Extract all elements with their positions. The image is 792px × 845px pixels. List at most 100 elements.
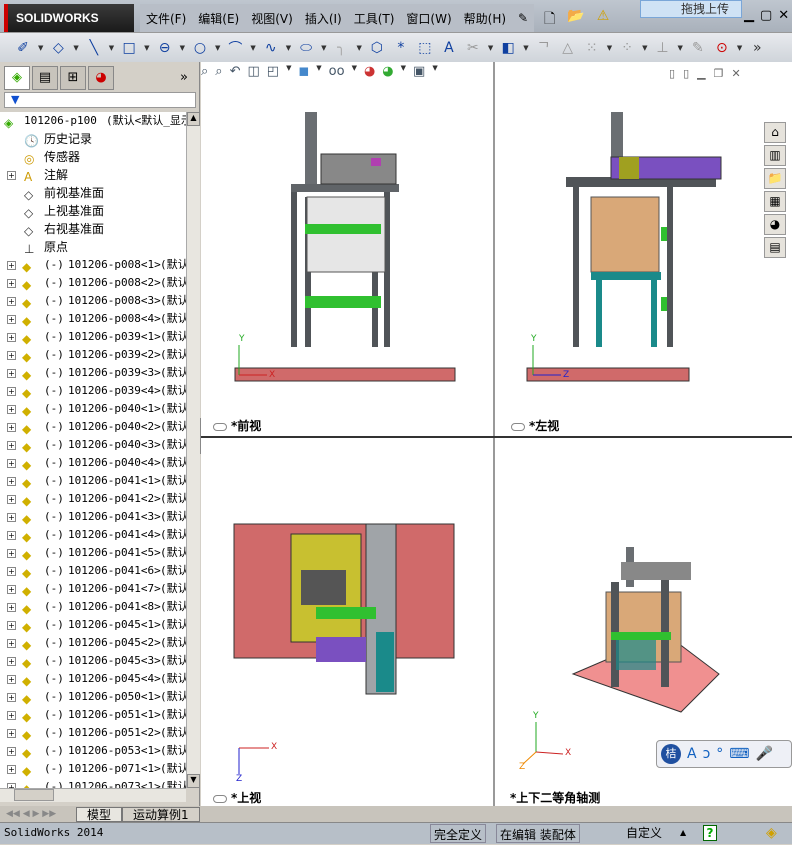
tree-component[interactable]: + ◆ (-) 101206-p045<2> (默认 [0, 634, 186, 652]
arc-icon[interactable]: ⌒ [226, 39, 244, 57]
expand-icon[interactable]: + [7, 405, 16, 414]
slot-icon[interactable]: ⊖ [156, 39, 174, 57]
expand-icon[interactable]: + [7, 279, 16, 288]
expand-icon[interactable]: + [7, 675, 16, 684]
tree-component[interactable]: + ◆ (-) 101206-p041<3> (默认 [0, 508, 186, 526]
rectangle-icon[interactable]: □ [120, 39, 138, 57]
tree-component[interactable]: + ◆ (-) 101206-p071<1> (默认 [0, 760, 186, 778]
open-folder-icon[interactable]: 📂 [567, 8, 584, 32]
tree-component[interactable]: + ◆ (-) 101206-p045<3> (默认 [0, 652, 186, 670]
link-views-icon[interactable] [213, 794, 227, 803]
property-manager-tab[interactable]: ▤ [32, 66, 58, 90]
spline-icon[interactable]: ∿ [262, 39, 280, 57]
ime-punctuation-icon[interactable]: ↄ [703, 746, 711, 762]
tree-component[interactable]: + ◆ (-) 101206-p008<4> (默认 [0, 310, 186, 328]
expand-icon[interactable]: + [7, 351, 16, 360]
graphics-area[interactable]: ⌕ ⌕ ↶ ◫ ◰▼ ◼▼ oo▼ ◕ ◕▼ ▣▼ ▯ ▯ ▁ ❐ ✕ [201, 62, 792, 806]
tab-model[interactable]: 模型 [76, 806, 123, 822]
tree-component[interactable]: + ◆ (-) 101206-p045<1> (默认 [0, 616, 186, 634]
ellipse-icon[interactable]: ⬭ [297, 39, 315, 57]
convert-icon[interactable]: ◧ [499, 39, 517, 57]
filter-field[interactable]: ▼ [4, 92, 196, 108]
menu-tools[interactable]: 工具(T) [348, 10, 401, 27]
expand-icon[interactable]: + [7, 693, 16, 702]
tree-component[interactable]: + ◆ (-) 101206-p041<2> (默认 [0, 490, 186, 508]
maximize-button[interactable]: ▢ [760, 8, 772, 23]
menu-view[interactable]: 视图(V) [245, 10, 299, 27]
expand-icon[interactable]: + [7, 585, 16, 594]
line-icon[interactable]: ╲ [85, 39, 103, 57]
tree-component[interactable]: + ◆ (-) 101206-p039<2> (默认 [0, 346, 186, 364]
tree-component[interactable]: + ◆ (-) 101206-p051<1> (默认 [0, 706, 186, 724]
tree-component[interactable]: + ◆ (-) 101206-p053<1> (默认 [0, 742, 186, 760]
trim-icon[interactable]: ✂ [464, 39, 482, 57]
close-button[interactable]: ✕ [778, 8, 789, 23]
ime-keyboard-icon[interactable]: ⌨ [729, 746, 749, 762]
expand-icon[interactable]: + [7, 621, 16, 630]
mirror-icon[interactable]: △ [559, 39, 577, 57]
tree-component[interactable]: + ◆ (-) 101206-p050<1> (默认 [0, 688, 186, 706]
expand-icon[interactable]: + [7, 315, 16, 324]
tree-horizontal-scrollbar[interactable] [0, 788, 186, 802]
new-document-icon[interactable]: 🗋 [544, 8, 555, 32]
expand-icon[interactable]: + [7, 657, 16, 666]
menu-edit[interactable]: 编辑(E) [192, 10, 245, 27]
tree-component[interactable]: + ◆ (-) 101206-p008<3> (默认 [0, 292, 186, 310]
display-manager-tab[interactable]: ◕ [88, 66, 114, 90]
offset-icon[interactable]: ᄀ [535, 39, 553, 57]
tree-component[interactable]: + ◆ (-) 101206-p039<4> (默认 [0, 382, 186, 400]
expand-icon[interactable]: + [7, 765, 16, 774]
expand-icon[interactable]: + [7, 459, 16, 468]
custom-properties-icon[interactable]: ▤ [764, 237, 786, 258]
tag-icon[interactable]: ◈ [766, 823, 777, 843]
expand-icon[interactable]: + [7, 477, 16, 486]
tree-feature[interactable]: ◇ 上视基准面 [0, 202, 186, 220]
link-views-icon[interactable] [213, 422, 227, 431]
tree-feature[interactable]: ◎ 传感器 [0, 148, 186, 166]
expand-icon[interactable]: + [7, 261, 16, 270]
tree-feature[interactable]: 🕓 历史记录 [0, 130, 186, 148]
point-icon[interactable]: * [392, 39, 410, 57]
ime-logo-icon[interactable]: 桔 [661, 744, 681, 764]
help-icon[interactable]: ? [703, 825, 717, 841]
expand-icon[interactable]: + [7, 729, 16, 738]
pattern-icon[interactable]: ⁙ [583, 39, 601, 57]
tree-vertical-scrollbar[interactable]: ▲ ▼ [186, 112, 200, 788]
status-units[interactable]: 自定义 [626, 823, 662, 843]
tree-feature[interactable]: ◇ 右视基准面 [0, 220, 186, 238]
units-arrow-icon[interactable]: ▲ [680, 823, 686, 843]
expand-icon[interactable]: + [7, 297, 16, 306]
feature-manager-tab[interactable]: ◈ [4, 66, 30, 90]
tree-component[interactable]: + ◆ (-) 101206-p041<8> (默认 [0, 598, 186, 616]
upload-button[interactable]: 拖拽上传 [640, 0, 742, 18]
tree-component[interactable]: + ◆ (-) 101206-p040<4> (默认 [0, 454, 186, 472]
design-library-icon[interactable]: ▥ [764, 145, 786, 166]
tree-component[interactable]: + ◆ (-) 101206-p040<1> (默认 [0, 400, 186, 418]
tree-component[interactable]: + ◆ (-) 101206-p041<7> (默认 [0, 580, 186, 598]
relations-icon[interactable]: ⊥ [653, 39, 671, 57]
expand-icon[interactable]: + [7, 441, 16, 450]
tree-feature[interactable]: + A 注解 [0, 166, 186, 184]
appearances-icon[interactable]: ◕ [764, 214, 786, 235]
tree-feature[interactable]: ⊥ 原点 [0, 238, 186, 256]
menu-help[interactable]: 帮助(H) [458, 10, 512, 27]
move-icon[interactable]: ⁘ [618, 39, 636, 57]
text-icon[interactable]: A [440, 39, 458, 57]
expand-icon[interactable]: + [7, 639, 16, 648]
tab-navigation-arrows[interactable]: ◀◀ ◀ ▶ ▶▶ [6, 809, 76, 819]
tree-root[interactable]: ◈ 101206-p100 (默认<默认_显示 [0, 112, 186, 130]
tree-component[interactable]: + ◆ (-) 101206-p041<1> (默认 [0, 472, 186, 490]
tree-component[interactable]: + ◆ (-) 101206-p008<2> (默认 [0, 274, 186, 292]
link-views-icon[interactable] [511, 422, 525, 431]
ime-symbol-icon[interactable]: ° [716, 746, 723, 762]
tree-feature[interactable]: ◇ 前视基准面 [0, 184, 186, 202]
expand-icon[interactable]: + [7, 567, 16, 576]
minimize-button[interactable]: ▁ [744, 8, 754, 23]
expand-icon[interactable]: + [7, 603, 16, 612]
tree-component[interactable]: + ◆ (-) 101206-p040<3> (默认 [0, 436, 186, 454]
ime-voice-icon[interactable]: 🎤 [756, 746, 773, 762]
repair-icon[interactable]: ✎ [689, 39, 707, 57]
tree-component[interactable]: + ◆ (-) 101206-p045<4> (默认 [0, 670, 186, 688]
circle-icon[interactable]: ○ [191, 39, 209, 57]
rapid-sketch-icon[interactable]: ⊙ [713, 39, 731, 57]
